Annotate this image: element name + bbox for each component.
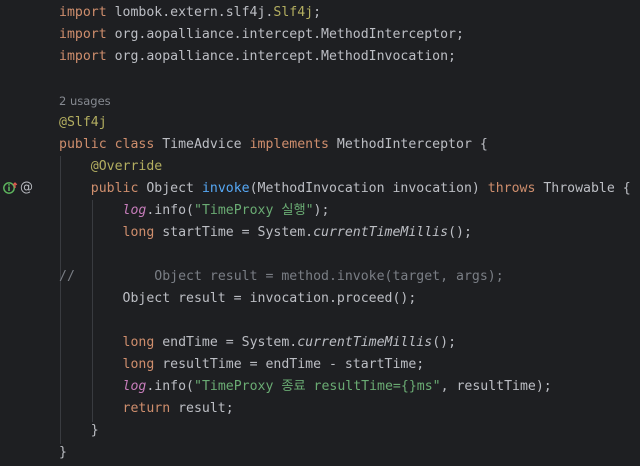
code-line-return[interactable]: return result; (59, 398, 234, 420)
code-line-slf4j-annotation[interactable]: @Slf4j (59, 112, 107, 134)
override-annotation-icon[interactable]: @ (20, 181, 33, 195)
code-line-import-slf4j[interactable]: import lombok.extern.slf4j.Slf4j; (59, 2, 321, 24)
code-line-close-class[interactable]: } (59, 442, 67, 464)
code-line-import-invocation[interactable]: import org.aopalliance.intercept.MethodI… (59, 46, 456, 68)
implementation-marker-icon[interactable] (3, 181, 19, 195)
code-line-end-time[interactable]: long endTime = System.currentTimeMillis(… (59, 332, 457, 354)
code-line-import-interceptor[interactable]: import org.aopalliance.intercept.MethodI… (59, 24, 464, 46)
code-line-proceed[interactable]: Object result = invocation.proceed(); (59, 288, 417, 310)
code-line-log-end[interactable]: log.info("TimeProxy 종료 resultTime={}ms",… (59, 376, 552, 398)
editor-gutter: @ (0, 0, 52, 466)
code-line-start-time[interactable]: long startTime = System.currentTimeMilli… (59, 222, 472, 244)
code-line-override[interactable]: @Override (59, 156, 162, 178)
usages-hint[interactable]: 2 usages (59, 90, 111, 112)
code-line-result-time[interactable]: long resultTime = endTime - startTime; (59, 354, 425, 376)
code-editor[interactable]: @ import lombok.extern.slf4j.Slf4j; impo… (0, 0, 640, 466)
code-line-method-declaration[interactable]: public Object invoke(MethodInvocation in… (59, 178, 631, 200)
code-line-class-declaration[interactable]: public class TimeAdvice implements Metho… (59, 134, 488, 156)
code-line-close-method[interactable]: } (59, 420, 99, 442)
code-line-comment[interactable]: // Object result = method.invoke(target,… (59, 266, 504, 288)
code-line-log-start[interactable]: log.info("TimeProxy 실행"); (59, 200, 330, 222)
